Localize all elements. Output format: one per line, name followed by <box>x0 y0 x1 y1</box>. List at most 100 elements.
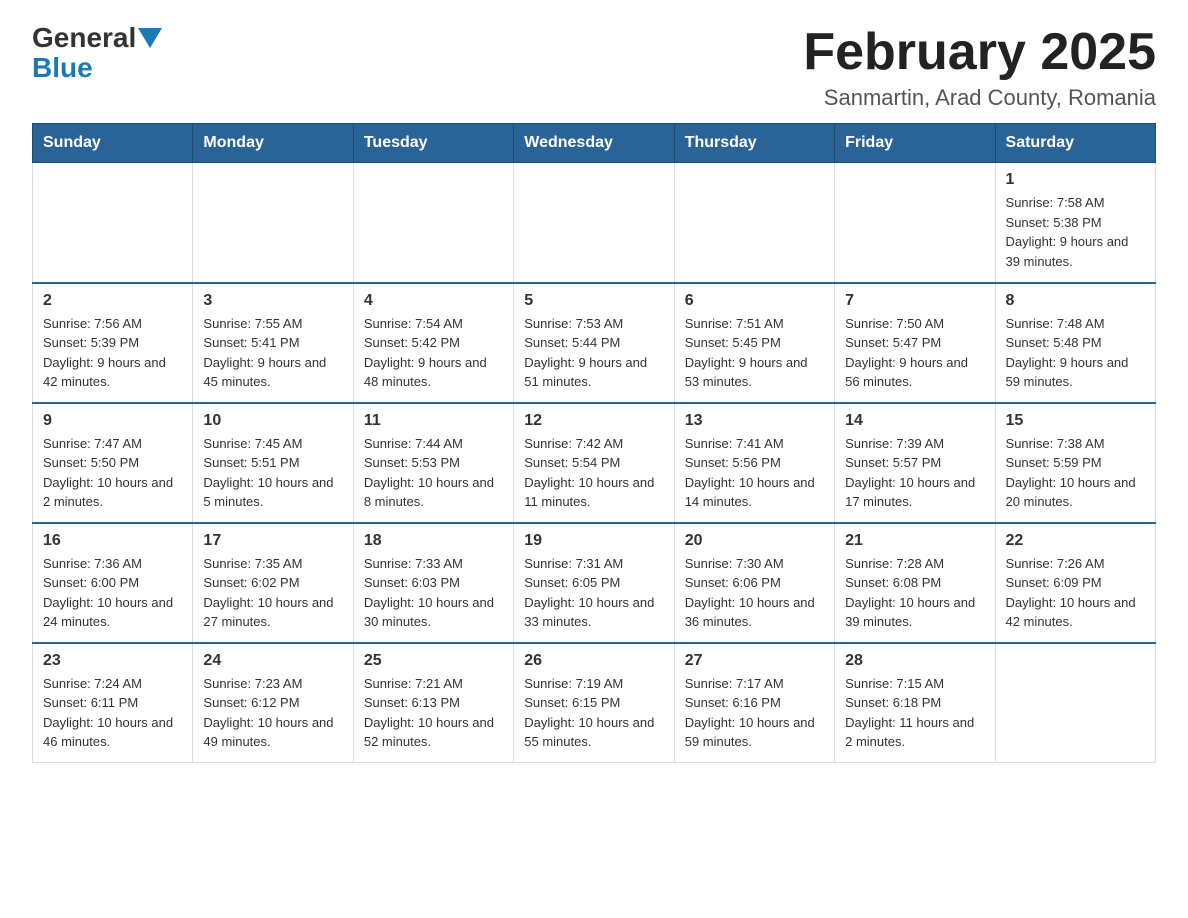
day-info: Sunrise: 7:45 AMSunset: 5:51 PMDaylight:… <box>203 434 342 512</box>
calendar-cell: 18 Sunrise: 7:33 AMSunset: 6:03 PMDayligh… <box>353 523 513 643</box>
day-info: Sunrise: 7:26 AMSunset: 6:09 PMDaylight:… <box>1006 554 1145 632</box>
day-info: Sunrise: 7:51 AMSunset: 5:45 PMDaylight:… <box>685 314 824 392</box>
page-header: General Blue February 2025 Sanmartin, Ar… <box>0 0 1188 123</box>
calendar-cell: 11 Sunrise: 7:44 AMSunset: 5:53 PMDayligh… <box>353 403 513 523</box>
day-number: 18 <box>364 532 503 550</box>
day-number: 6 <box>685 292 824 310</box>
day-number: 25 <box>364 652 503 670</box>
weekday-header-thursday: Thursday <box>674 124 834 163</box>
calendar-cell: 15 Sunrise: 7:38 AMSunset: 5:59 PMDayligh… <box>995 403 1155 523</box>
calendar-cell: 27 Sunrise: 7:17 AMSunset: 6:16 PMDayligh… <box>674 643 834 763</box>
day-number: 21 <box>845 532 984 550</box>
calendar-cell: 25 Sunrise: 7:21 AMSunset: 6:13 PMDayligh… <box>353 643 513 763</box>
day-info: Sunrise: 7:47 AMSunset: 5:50 PMDaylight:… <box>43 434 182 512</box>
day-number: 1 <box>1006 171 1145 189</box>
weekday-header-row: SundayMondayTuesdayWednesdayThursdayFrid… <box>33 124 1156 163</box>
day-number: 14 <box>845 412 984 430</box>
weekday-header-tuesday: Tuesday <box>353 124 513 163</box>
day-info: Sunrise: 7:17 AMSunset: 6:16 PMDaylight:… <box>685 674 824 752</box>
weekday-header-sunday: Sunday <box>33 124 193 163</box>
calendar-cell: 24 Sunrise: 7:23 AMSunset: 6:12 PMDayligh… <box>193 643 353 763</box>
day-number: 24 <box>203 652 342 670</box>
day-number: 8 <box>1006 292 1145 310</box>
calendar-cell: 13 Sunrise: 7:41 AMSunset: 5:56 PMDayligh… <box>674 403 834 523</box>
calendar-cell: 20Sunrise: 7:30 AMSunset: 6:06 PMDayligh… <box>674 523 834 643</box>
calendar-cell: 8 Sunrise: 7:48 AMSunset: 5:48 PMDaylight… <box>995 283 1155 403</box>
day-info: Sunrise: 7:55 AMSunset: 5:41 PMDaylight:… <box>203 314 342 392</box>
day-info: Sunrise: 7:56 AMSunset: 5:39 PMDaylight:… <box>43 314 182 392</box>
day-info: Sunrise: 7:48 AMSunset: 5:48 PMDaylight:… <box>1006 314 1145 392</box>
day-number: 10 <box>203 412 342 430</box>
day-number: 12 <box>524 412 663 430</box>
calendar-cell: 3 Sunrise: 7:55 AMSunset: 5:41 PMDaylight… <box>193 283 353 403</box>
calendar-cell: 12Sunrise: 7:42 AMSunset: 5:54 PMDayligh… <box>514 403 674 523</box>
day-number: 23 <box>43 652 182 670</box>
day-info: Sunrise: 7:15 AMSunset: 6:18 PMDaylight:… <box>845 674 984 752</box>
day-info: Sunrise: 7:36 AMSunset: 6:00 PMDaylight:… <box>43 554 182 632</box>
weekday-header-wednesday: Wednesday <box>514 124 674 163</box>
day-number: 4 <box>364 292 503 310</box>
calendar-cell: 19 Sunrise: 7:31 AMSunset: 6:05 PMDayligh… <box>514 523 674 643</box>
day-number: 7 <box>845 292 984 310</box>
day-number: 5 <box>524 292 663 310</box>
day-info: Sunrise: 7:28 AMSunset: 6:08 PMDaylight:… <box>845 554 984 632</box>
calendar-cell: 10 Sunrise: 7:45 AMSunset: 5:51 PMDayligh… <box>193 403 353 523</box>
day-number: 16 <box>43 532 182 550</box>
weekday-header-friday: Friday <box>835 124 995 163</box>
calendar-cell: 17 Sunrise: 7:35 AMSunset: 6:02 PMDayligh… <box>193 523 353 643</box>
month-title: February 2025 <box>803 24 1156 81</box>
day-info: Sunrise: 7:35 AMSunset: 6:02 PMDaylight:… <box>203 554 342 632</box>
day-info: Sunrise: 7:53 AMSunset: 5:44 PMDaylight:… <box>524 314 663 392</box>
calendar-cell <box>193 163 353 283</box>
logo-blue-text: Blue <box>32 52 93 84</box>
calendar-cell <box>674 163 834 283</box>
weekday-header-monday: Monday <box>193 124 353 163</box>
day-info: Sunrise: 7:58 AMSunset: 5:38 PMDaylight:… <box>1006 193 1145 271</box>
day-number: 22 <box>1006 532 1145 550</box>
calendar-cell: 9 Sunrise: 7:47 AMSunset: 5:50 PMDaylight… <box>33 403 193 523</box>
calendar-cell: 4 Sunrise: 7:54 AMSunset: 5:42 PMDaylight… <box>353 283 513 403</box>
day-info: Sunrise: 7:33 AMSunset: 6:03 PMDaylight:… <box>364 554 503 632</box>
day-number: 28 <box>845 652 984 670</box>
day-number: 3 <box>203 292 342 310</box>
day-number: 17 <box>203 532 342 550</box>
day-info: Sunrise: 7:50 AMSunset: 5:47 PMDaylight:… <box>845 314 984 392</box>
day-info: Sunrise: 7:21 AMSunset: 6:13 PMDaylight:… <box>364 674 503 752</box>
weekday-header-saturday: Saturday <box>995 124 1155 163</box>
calendar-week-row: 23 Sunrise: 7:24 AMSunset: 6:11 PMDayligh… <box>33 643 1156 763</box>
calendar-cell: 28 Sunrise: 7:15 AMSunset: 6:18 PMDayligh… <box>835 643 995 763</box>
calendar-cell: 1 Sunrise: 7:58 AMSunset: 5:38 PMDaylight… <box>995 163 1155 283</box>
day-number: 27 <box>685 652 824 670</box>
day-info: Sunrise: 7:54 AMSunset: 5:42 PMDaylight:… <box>364 314 503 392</box>
day-number: 2 <box>43 292 182 310</box>
calendar-cell: 7 Sunrise: 7:50 AMSunset: 5:47 PMDaylight… <box>835 283 995 403</box>
day-number: 26 <box>524 652 663 670</box>
calendar-cell <box>353 163 513 283</box>
calendar-container: SundayMondayTuesdayWednesdayThursdayFrid… <box>0 123 1188 787</box>
day-info: Sunrise: 7:23 AMSunset: 6:12 PMDaylight:… <box>203 674 342 752</box>
day-number: 13 <box>685 412 824 430</box>
day-info: Sunrise: 7:41 AMSunset: 5:56 PMDaylight:… <box>685 434 824 512</box>
logo-triangle-icon <box>138 28 162 48</box>
day-number: 15 <box>1006 412 1145 430</box>
calendar-week-row: 16 Sunrise: 7:36 AMSunset: 6:00 PMDayligh… <box>33 523 1156 643</box>
calendar-cell: 21 Sunrise: 7:28 AMSunset: 6:08 PMDayligh… <box>835 523 995 643</box>
calendar-week-row: 1 Sunrise: 7:58 AMSunset: 5:38 PMDaylight… <box>33 163 1156 283</box>
logo: General Blue <box>32 24 164 84</box>
title-section: February 2025 Sanmartin, Arad County, Ro… <box>803 24 1156 111</box>
calendar-table: SundayMondayTuesdayWednesdayThursdayFrid… <box>32 123 1156 763</box>
calendar-week-row: 9 Sunrise: 7:47 AMSunset: 5:50 PMDaylight… <box>33 403 1156 523</box>
calendar-cell: 6 Sunrise: 7:51 AMSunset: 5:45 PMDaylight… <box>674 283 834 403</box>
calendar-header: SundayMondayTuesdayWednesdayThursdayFrid… <box>33 124 1156 163</box>
day-info: Sunrise: 7:24 AMSunset: 6:11 PMDaylight:… <box>43 674 182 752</box>
day-number: 11 <box>364 412 503 430</box>
calendar-cell <box>835 163 995 283</box>
day-info: Sunrise: 7:30 AMSunset: 6:06 PMDaylight:… <box>685 554 824 632</box>
calendar-cell: 22 Sunrise: 7:26 AMSunset: 6:09 PMDayligh… <box>995 523 1155 643</box>
day-info: Sunrise: 7:44 AMSunset: 5:53 PMDaylight:… <box>364 434 503 512</box>
calendar-cell: 14Sunrise: 7:39 AMSunset: 5:57 PMDayligh… <box>835 403 995 523</box>
day-info: Sunrise: 7:31 AMSunset: 6:05 PMDaylight:… <box>524 554 663 632</box>
day-number: 9 <box>43 412 182 430</box>
day-info: Sunrise: 7:38 AMSunset: 5:59 PMDaylight:… <box>1006 434 1145 512</box>
day-number: 19 <box>524 532 663 550</box>
